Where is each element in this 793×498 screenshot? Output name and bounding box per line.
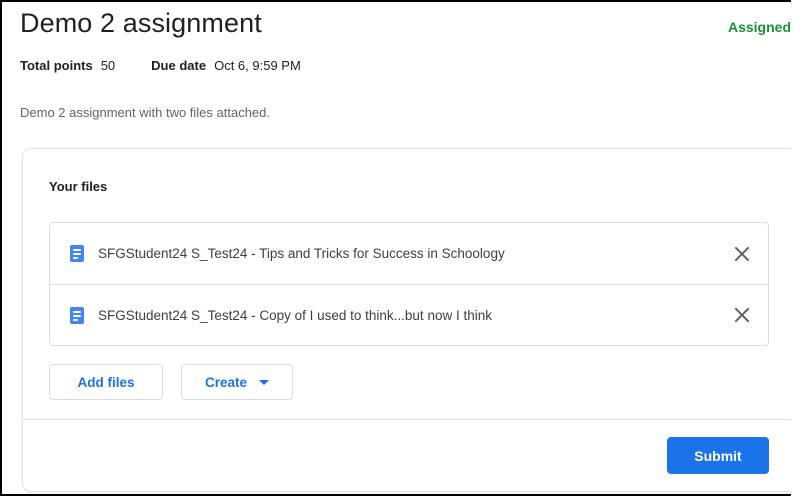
card-divider: [23, 419, 791, 420]
remove-file-button[interactable]: [730, 303, 754, 327]
close-icon: [734, 246, 750, 261]
assignment-meta: Total points 50 Due date Oct 6, 9:59 PM: [20, 58, 301, 73]
assignment-description: Demo 2 assignment with two files attache…: [20, 105, 271, 120]
file-name[interactable]: SFGStudent24 S_Test24 - Tips and Tricks …: [98, 246, 505, 261]
assignment-title: Demo 2 assignment: [20, 8, 262, 38]
attached-file[interactable]: SFGStudent24 S_Test24 - Tips and Tricks …: [50, 223, 768, 284]
attached-file[interactable]: SFGStudent24 S_Test24 - Copy of I used t…: [50, 284, 768, 345]
google-docs-icon: [70, 306, 84, 324]
submit-button[interactable]: Submit: [667, 437, 769, 474]
create-button[interactable]: Create: [181, 364, 293, 400]
your-files-heading: Your files: [49, 179, 108, 194]
your-work-card: Your files SFGStudent24 S_Test24 - Tips …: [23, 149, 791, 491]
assignment-view: Demo 2 assignment Assigned Total points …: [0, 0, 791, 496]
add-files-button[interactable]: Add files: [49, 364, 163, 400]
assignment-status: Assigned: [727, 19, 791, 35]
file-actions: Add files Create: [49, 364, 293, 400]
attached-files-list: SFGStudent24 S_Test24 - Tips and Tricks …: [49, 222, 769, 346]
due-date-label: Due date: [151, 58, 207, 73]
close-icon: [734, 307, 750, 323]
file-name[interactable]: SFGStudent24 S_Test24 - Copy of I used t…: [98, 308, 492, 323]
create-button-label: Create: [204, 374, 248, 390]
remove-file-button[interactable]: [730, 242, 754, 266]
caret-down-icon: [259, 379, 270, 385]
due-date-value: Oct 6, 9:59 PM: [214, 58, 301, 73]
total-points-value: 50: [100, 58, 116, 73]
google-docs-icon: [70, 245, 84, 262]
total-points-label: Total points: [20, 58, 93, 73]
